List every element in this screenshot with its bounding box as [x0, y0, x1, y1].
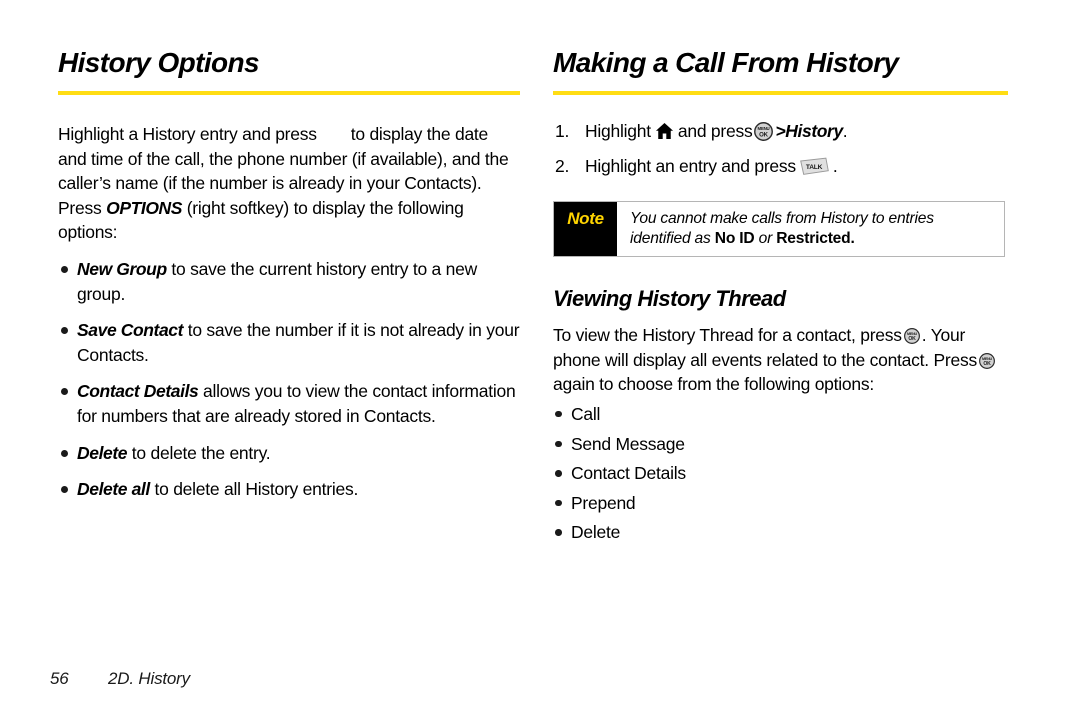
option-term: Contact Details: [77, 381, 199, 402]
note-text: You cannot make calls from History to en…: [617, 202, 1004, 256]
note-callout: Note You cannot make calls from History …: [553, 201, 1005, 258]
chapter-label: 2D. History: [108, 669, 190, 688]
subsection-title-viewing-history-thread: Viewing History Thread: [553, 286, 786, 312]
right-column: Making a Call From History Highlight and …: [553, 46, 1008, 545]
note-bold-no-id: No ID: [714, 230, 755, 248]
list-item: Highlight an entry and press TALK.: [553, 154, 1008, 179]
step-text: and press: [677, 121, 753, 141]
title-underline-rule: [553, 91, 1008, 95]
svg-text:TALK: TALK: [806, 164, 823, 171]
option-description: to delete all History entries.: [154, 479, 359, 500]
page-title-history-options: History Options: [58, 47, 260, 78]
step-text-end: .: [842, 121, 848, 141]
note-text-part2: or: [754, 230, 777, 248]
menu-ok-key-icon: MENU OK: [754, 122, 774, 141]
list-item: New Group to save the current history en…: [58, 257, 520, 306]
options-softkey-label: OPTIONS: [106, 197, 183, 218]
step-text: Highlight an entry and press: [585, 155, 796, 176]
option-term: Save Contact: [77, 320, 184, 341]
svg-text:OK: OK: [760, 131, 769, 138]
intro-paragraph: Highlight a History entry and press to di…: [58, 122, 520, 245]
list-item: Call: [553, 402, 1008, 427]
page-footer: 56 2D. History: [50, 669, 190, 689]
list-item: Delete to delete the entry.: [58, 441, 520, 466]
page-title-making-a-call-from-history: Making a Call From History: [553, 47, 899, 78]
manual-page: History Options Highlight a History entr…: [0, 0, 1080, 720]
history-options-list: New Group to save the current history en…: [58, 257, 520, 502]
history-menu-path: >History: [775, 121, 843, 141]
subsection-text-part3: again to choose from the following optio…: [553, 374, 874, 395]
left-column: History Options Highlight a History entr…: [58, 46, 520, 502]
svg-text:MENU: MENU: [758, 126, 770, 131]
subsection-text-part1: To view the History Thread for a contact…: [553, 325, 902, 346]
option-term: Delete all: [77, 479, 150, 500]
menu-ok-key-icon: MENU OK: [903, 326, 920, 345]
list-item: Highlight and press MENU OK >History.: [553, 119, 1008, 144]
option-description: to delete the entry.: [131, 442, 271, 463]
note-bold-restricted: Restricted: [776, 230, 851, 248]
note-text-part3: .: [850, 230, 855, 248]
option-term: Delete: [77, 442, 128, 463]
svg-text:MENU: MENU: [907, 332, 918, 336]
intro-text-part1: Highlight a History entry and press: [58, 124, 317, 144]
talk-key-icon: TALK: [799, 157, 830, 176]
note-label: Note: [554, 202, 617, 257]
home-icon: [655, 122, 674, 140]
step-text: Highlight: [585, 121, 651, 141]
option-term: New Group: [77, 258, 167, 279]
page-number: 56: [50, 669, 69, 688]
list-item: Contact Details: [553, 461, 1008, 486]
history-thread-options-list: Call Send Message Contact Details Prepen…: [553, 402, 1008, 545]
making-a-call-steps: Highlight and press MENU OK >History. Highli…: [553, 119, 1008, 178]
svg-text:MENU: MENU: [982, 357, 993, 361]
menu-ok-key-icon: MENU OK: [979, 351, 995, 369]
list-item: Delete: [553, 520, 1008, 545]
title-underline-rule: [58, 91, 520, 95]
svg-text:OK: OK: [908, 336, 916, 342]
step-text-end: .: [832, 155, 838, 176]
list-item: Contact Details allows you to view the c…: [58, 379, 520, 428]
subsection-paragraph: To view the History Thread for a contact…: [553, 323, 1008, 397]
list-item: Save Contact to save the number if it is…: [58, 318, 520, 367]
list-item: Delete all to delete all History entries…: [58, 477, 520, 502]
list-item: Prepend: [553, 491, 1008, 516]
svg-text:OK: OK: [983, 361, 991, 367]
list-item: Send Message: [553, 432, 1008, 457]
